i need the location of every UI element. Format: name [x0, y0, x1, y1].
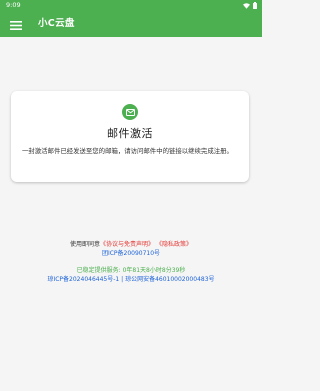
status-bar: 9:09 — [0, 0, 262, 10]
menu-button[interactable] — [9, 17, 23, 30]
hamburger-menu-icon — [10, 21, 22, 30]
record-line: 琼ICP备2024046445号-1 | 琼公网安备46010002000483… — [0, 275, 262, 284]
privacy-link[interactable]: 《隐私政策》 — [156, 241, 192, 248]
activation-card: 邮件激活 一封激活邮件已经发送至您的邮箱，请访问邮件中的链接以继续完成注册。 — [11, 91, 249, 182]
icp-group-link[interactable]: 团ICP备20090710号 — [0, 249, 262, 258]
status-time: 9:09 — [6, 1, 21, 9]
police-record-link[interactable]: 琼公网安备46010002000483号 — [125, 276, 214, 283]
icp-main-link[interactable]: 琼ICP备2024046445号-1 — [47, 276, 119, 283]
record-separator: | — [121, 276, 124, 283]
wifi-icon — [243, 2, 250, 9]
status-icons — [243, 2, 257, 9]
app-bar: 小C云盘 — [0, 10, 262, 37]
terms-prefix: 使用即同意 — [70, 241, 101, 248]
mail-badge — [122, 104, 138, 120]
app-title: 小C云盘 — [38, 18, 75, 29]
terms-link[interactable]: 《协议与免责声明》 — [100, 241, 154, 248]
mail-icon — [125, 108, 135, 116]
battery-icon — [253, 2, 257, 9]
card-title: 邮件激活 — [107, 127, 153, 140]
uptime-text: 已稳定提供服务: 0年81天8小时8分39秒 — [76, 267, 186, 274]
card-message: 一封激活邮件已经发送至您的邮箱，请访问邮件中的链接以继续完成注册。 — [22, 147, 233, 155]
terms-line: 使用即同意《协议与免责声明》 《隐私政策》 — [0, 240, 262, 249]
